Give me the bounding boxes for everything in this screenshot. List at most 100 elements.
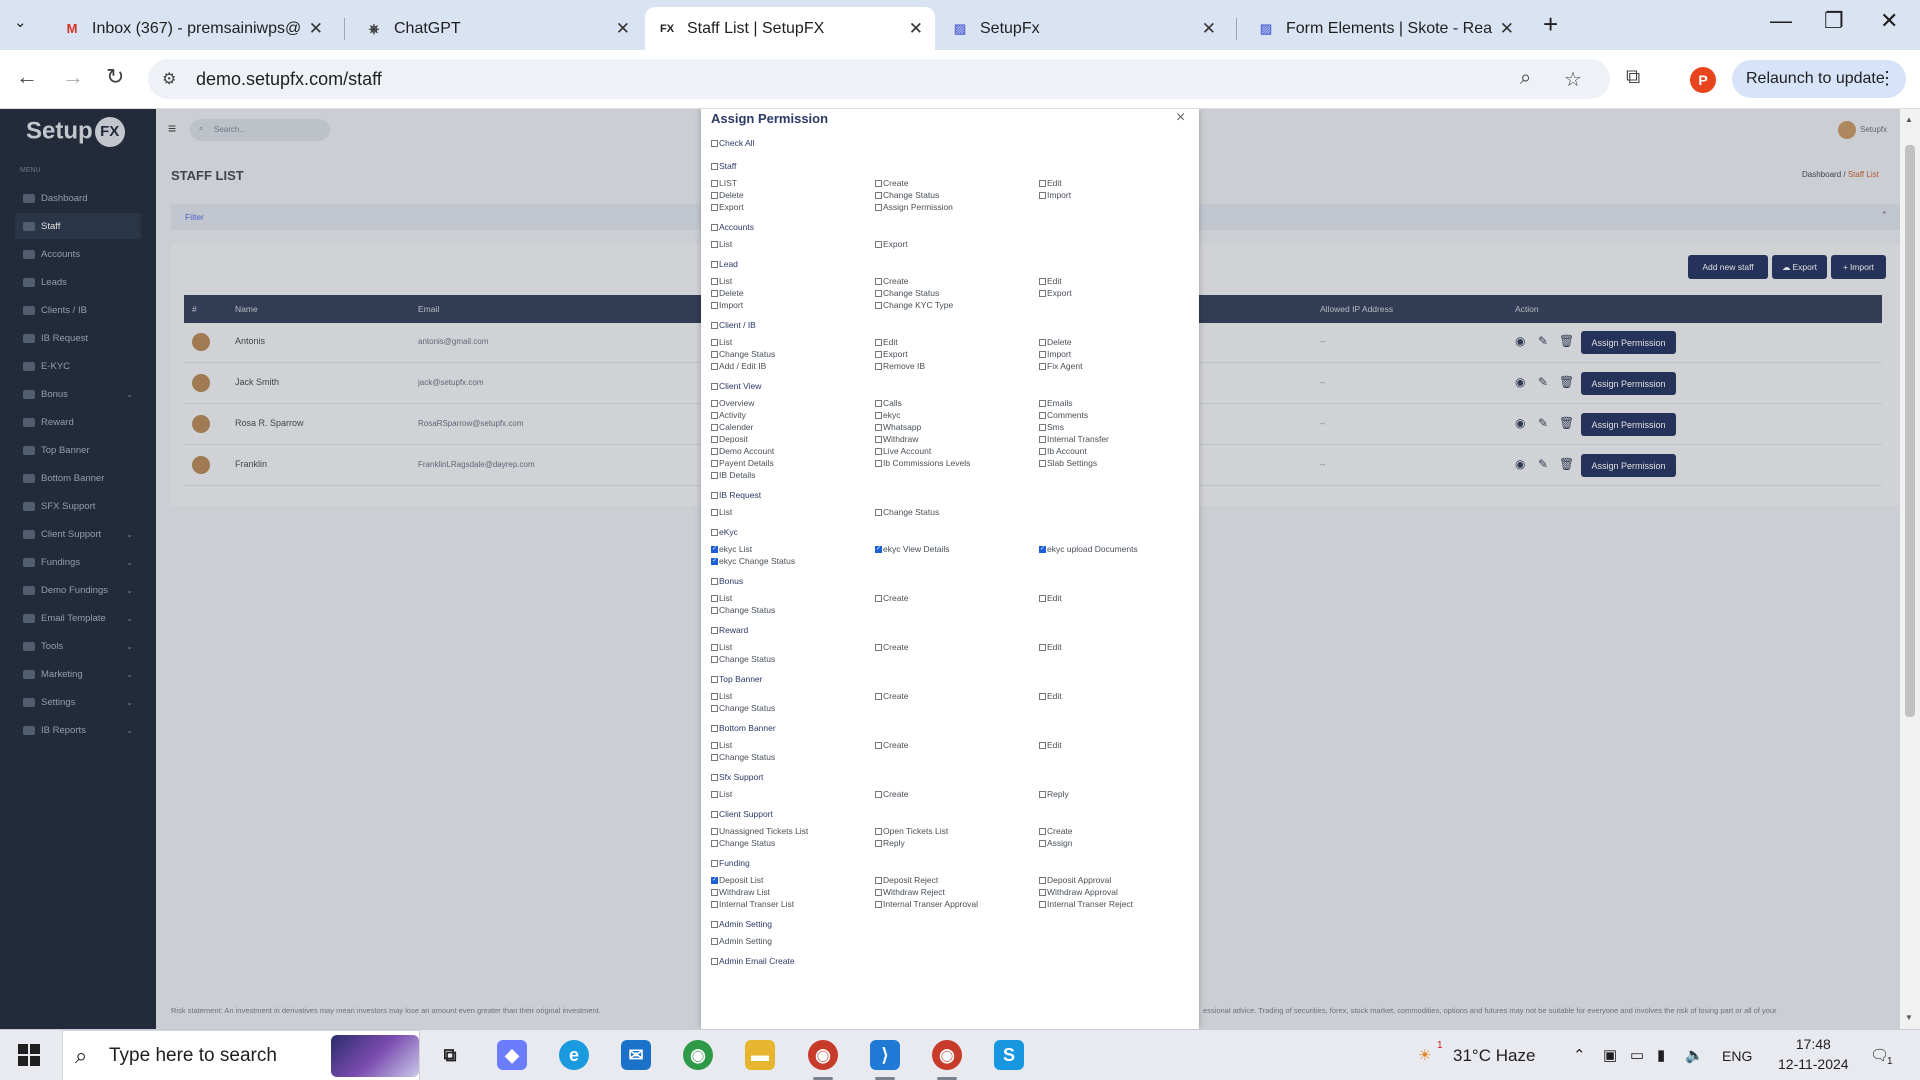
checkbox-icon[interactable] xyxy=(875,411,882,419)
checkbox-icon[interactable] xyxy=(711,162,718,170)
permission-checkbox-ib-commissions-levels[interactable]: Ib Commissions Levels xyxy=(875,458,970,468)
checkbox-icon[interactable] xyxy=(711,289,718,297)
checkbox-icon[interactable] xyxy=(711,594,718,602)
checkbox-icon[interactable] xyxy=(1039,179,1046,187)
section-checkbox-client-ib[interactable]: Client / IB xyxy=(711,320,756,330)
checkbox-icon[interactable] xyxy=(711,888,718,896)
chrome-work-icon[interactable]: ◉ xyxy=(932,1040,962,1070)
permission-checkbox-change-status[interactable]: Change Status xyxy=(711,838,775,848)
checkbox-icon[interactable] xyxy=(711,411,718,419)
checkbox-icon[interactable] xyxy=(711,827,718,835)
checkbox-icon[interactable] xyxy=(711,423,718,431)
checkbox-icon[interactable] xyxy=(1039,876,1046,884)
checkbox-checked-icon[interactable]: ✓ xyxy=(711,876,718,884)
permission-checkbox-change-status[interactable]: Change Status xyxy=(711,349,775,359)
show-hidden-icons-chevron-icon[interactable]: ⌃ xyxy=(1573,1046,1586,1064)
checkbox-icon[interactable] xyxy=(875,435,882,443)
checkbox-icon[interactable] xyxy=(1039,447,1046,455)
permission-checkbox-calender[interactable]: Calender xyxy=(711,422,754,432)
permission-checkbox-withdraw-list[interactable]: Withdraw List xyxy=(711,887,770,897)
close-tab-icon[interactable]: ✕ xyxy=(1500,19,1514,39)
permission-checkbox-ekyc[interactable]: ekyc xyxy=(875,410,900,420)
tab-staff-list[interactable]: FX Staff List | SetupFX ✕ xyxy=(645,7,935,50)
weather-text[interactable]: 31°C Haze xyxy=(1453,1046,1535,1066)
checkbox-icon[interactable] xyxy=(875,508,882,516)
edge-icon[interactable]: e xyxy=(559,1040,589,1070)
checkbox-icon[interactable] xyxy=(711,704,718,712)
checkbox-icon[interactable] xyxy=(711,260,718,268)
more-menu-icon[interactable]: ⋮ xyxy=(1878,68,1896,89)
permission-checkbox-change-status[interactable]: Change Status xyxy=(875,507,939,517)
checkbox-icon[interactable] xyxy=(711,277,718,285)
checkbox-icon[interactable] xyxy=(875,839,882,847)
permission-checkbox-admin-setting[interactable]: Admin Setting xyxy=(711,936,772,946)
relaunch-button[interactable]: Relaunch to update ⋮ xyxy=(1732,60,1906,98)
checkbox-icon[interactable] xyxy=(711,655,718,663)
tab-gmail[interactable]: M Inbox (367) - premsainiwps@gm ✕ xyxy=(50,7,335,50)
checkbox-checked-icon[interactable]: ✓ xyxy=(875,545,882,553)
permission-checkbox-open-tickets-list[interactable]: Open Tickets List xyxy=(875,826,948,836)
permission-checkbox-list[interactable]: List xyxy=(711,276,732,286)
tab-skote[interactable]: ▨ Form Elements | Skote - React A ✕ xyxy=(1244,7,1526,50)
permission-checkbox-create[interactable]: Create xyxy=(1039,826,1073,836)
permission-checkbox-ib-account[interactable]: Ib Account xyxy=(1039,446,1087,456)
close-icon[interactable]: × xyxy=(1176,109,1185,127)
permission-checkbox-ekyc-upload-documents[interactable]: ✓ ekyc upload Documents xyxy=(1039,544,1138,554)
permission-checkbox-unassigned-tickets-list[interactable]: Unassigned Tickets List xyxy=(711,826,808,836)
display-icon[interactable]: ▭ xyxy=(1630,1046,1644,1064)
profile-avatar[interactable]: P xyxy=(1690,67,1716,93)
checkbox-icon[interactable] xyxy=(711,321,718,329)
tab-search-chevron-icon[interactable]: ⌄ xyxy=(14,13,27,31)
section-checkbox-top-banner[interactable]: Top Banner xyxy=(711,674,762,684)
checkbox-icon[interactable] xyxy=(875,790,882,798)
section-checkbox-check-all[interactable]: Check All xyxy=(711,138,754,148)
checkbox-icon[interactable] xyxy=(875,362,882,370)
checkbox-icon[interactable] xyxy=(875,900,882,908)
checkbox-icon[interactable] xyxy=(1039,338,1046,346)
checkbox-icon[interactable] xyxy=(875,240,882,248)
permission-checkbox-list[interactable]: List xyxy=(711,239,732,249)
checkbox-icon[interactable] xyxy=(711,859,718,867)
volume-icon[interactable]: 🔈 xyxy=(1685,1046,1704,1064)
checkbox-icon[interactable] xyxy=(711,191,718,199)
checkbox-icon[interactable] xyxy=(711,643,718,651)
battery-icon[interactable]: ▮ xyxy=(1657,1046,1665,1064)
checkbox-icon[interactable] xyxy=(875,888,882,896)
permission-checkbox-change-kyc-type[interactable]: Change KYC Type xyxy=(875,300,953,310)
permission-checkbox-withdraw[interactable]: Withdraw xyxy=(875,434,918,444)
permission-checkbox-create[interactable]: Create xyxy=(875,691,909,701)
section-checkbox-ib-request[interactable]: IB Request xyxy=(711,490,761,500)
checkbox-icon[interactable] xyxy=(711,338,718,346)
permission-checkbox-import[interactable]: Import xyxy=(1039,190,1071,200)
permission-checkbox-change-status[interactable]: Change Status xyxy=(711,752,775,762)
checkbox-icon[interactable] xyxy=(1039,411,1046,419)
permission-checkbox-change-status[interactable]: Change Status xyxy=(875,190,939,200)
checkbox-icon[interactable] xyxy=(875,643,882,651)
checkbox-icon[interactable] xyxy=(1039,399,1046,407)
section-checkbox-reward[interactable]: Reward xyxy=(711,625,748,635)
permission-checkbox-ekyc-list[interactable]: ✓ ekyc List xyxy=(711,544,752,554)
permission-checkbox-delete[interactable]: Delete xyxy=(1039,337,1072,347)
checkbox-icon[interactable] xyxy=(711,435,718,443)
permission-checkbox-edit[interactable]: Edit xyxy=(1039,642,1062,652)
close-tab-icon[interactable]: ✕ xyxy=(616,19,630,39)
chrome-icon[interactable]: ◉ xyxy=(683,1040,713,1070)
checkbox-icon[interactable] xyxy=(875,301,882,309)
checkbox-icon[interactable] xyxy=(711,920,718,928)
permission-checkbox-reply[interactable]: Reply xyxy=(875,838,905,848)
section-checkbox-admin-setting[interactable]: Admin Setting xyxy=(711,919,772,929)
checkbox-icon[interactable] xyxy=(875,203,882,211)
copilot-icon[interactable]: ◆ xyxy=(497,1040,527,1070)
bookmark-star-icon[interactable]: ☆ xyxy=(1564,67,1582,92)
permission-checkbox-comments[interactable]: Comments xyxy=(1039,410,1088,420)
checkbox-icon[interactable] xyxy=(711,350,718,358)
section-checkbox-ekyc[interactable]: eKyc xyxy=(711,527,738,537)
tab-setupfx[interactable]: ▨ SetupFx ✕ xyxy=(938,7,1228,50)
checkbox-icon[interactable] xyxy=(711,957,718,965)
permission-checkbox-list[interactable]: List xyxy=(711,789,732,799)
checkbox-icon[interactable] xyxy=(711,223,718,231)
checkbox-icon[interactable] xyxy=(711,179,718,187)
permission-checkbox-edit[interactable]: Edit xyxy=(1039,178,1062,188)
checkbox-icon[interactable] xyxy=(711,692,718,700)
address-bar[interactable]: ⚙ demo.setupfx.com/staff ⌕ ☆ xyxy=(148,59,1610,99)
